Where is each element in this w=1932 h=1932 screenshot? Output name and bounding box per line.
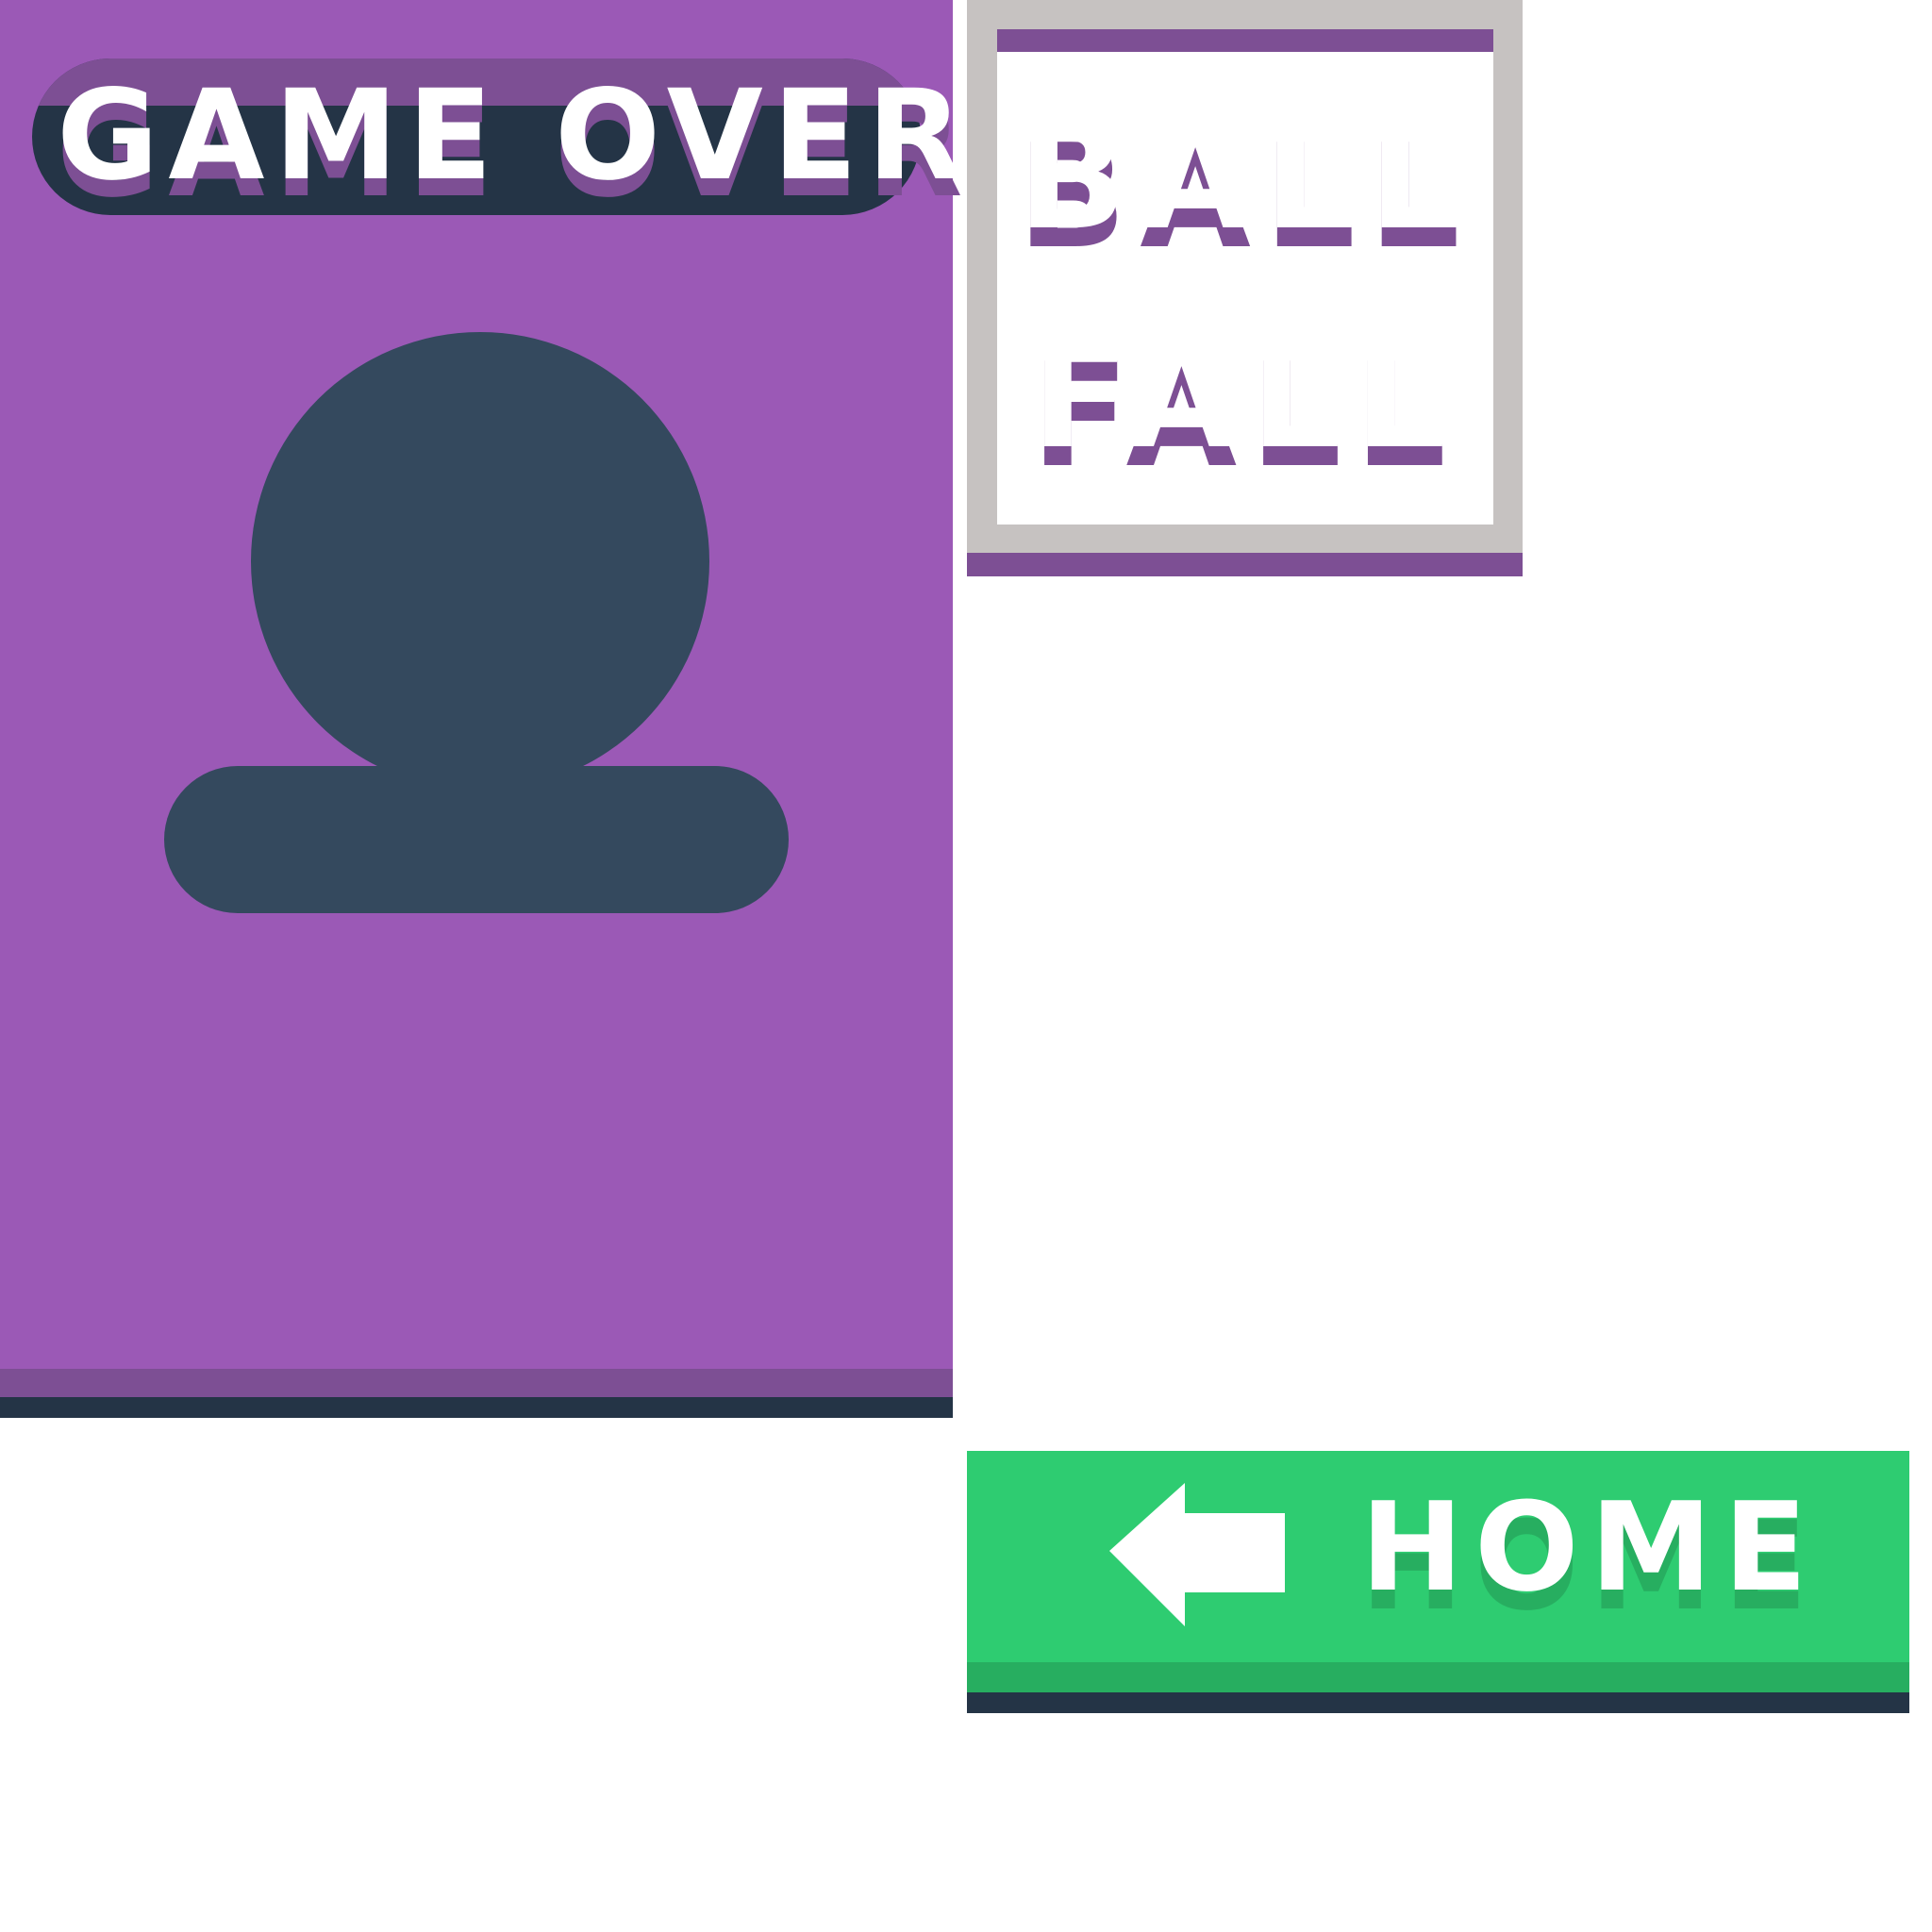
home-button-label: HOME bbox=[1360, 1475, 1819, 1619]
logo-inner-top-bar bbox=[997, 29, 1493, 52]
logo-line2: FALL bbox=[1031, 313, 1459, 480]
home-button-base bbox=[967, 1692, 1909, 1713]
logo-line1: BALL bbox=[1017, 94, 1474, 261]
logo-card-base bbox=[967, 553, 1523, 576]
game-over-title: GAME OVER bbox=[57, 63, 973, 208]
arrow-left-icon bbox=[1109, 1483, 1285, 1626]
game-over-panel: GAME OVER GAME OVER bbox=[0, 0, 973, 1418]
player-figure-base-icon bbox=[164, 766, 789, 913]
home-button[interactable]: HOME HOME bbox=[967, 1451, 1909, 1713]
player-figure-head-icon bbox=[251, 332, 709, 791]
panel-base bbox=[0, 1397, 953, 1418]
